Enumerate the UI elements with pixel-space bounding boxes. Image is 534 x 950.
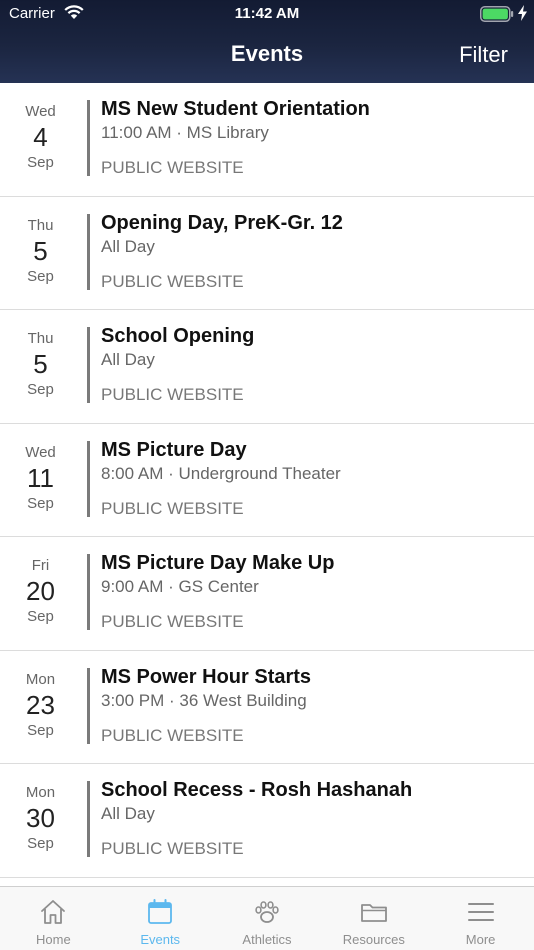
tab-label: Athletics <box>242 932 292 947</box>
event-title: Opening Day, PreK-Gr. 12 <box>101 211 343 234</box>
tab-bar: Home Events Athletics Resources More <box>0 886 534 950</box>
event-divider <box>87 667 90 744</box>
event-divider <box>87 327 90 403</box>
event-month: Sep <box>27 154 54 171</box>
event-calendar-source: PUBLIC WEBSITE <box>101 612 244 631</box>
event-title: MS Picture Day <box>101 438 247 461</box>
event-title: MS Picture Day Make Up <box>101 552 335 574</box>
event-title: MS Power Hour Starts <box>101 665 312 688</box>
event-calendar-source: PUBLIC WEBSITE <box>101 725 244 745</box>
event-row[interactable]: Wed 4 Sep MS New Student Orientation 11:… <box>0 83 534 197</box>
event-calendar-source: PUBLIC WEBSITE <box>101 271 244 291</box>
event-title: School Opening <box>101 325 255 347</box>
home-icon <box>41 900 66 924</box>
tab-label: More <box>465 932 496 947</box>
event-row[interactable]: Wed 11 Sep MS Picture Day 8:00 AM · Unde… <box>0 424 534 537</box>
filter-button[interactable]: Filter <box>459 42 508 68</box>
event-month: Sep <box>27 835 54 852</box>
tab-athletics[interactable]: Athletics <box>214 887 321 950</box>
event-calendar-source: PUBLIC WEBSITE <box>101 385 244 404</box>
event-day: 5 <box>33 349 48 379</box>
page-title: Events <box>230 41 304 66</box>
event-weekday: Wed <box>25 103 56 120</box>
event-day: 11 <box>27 462 54 493</box>
tab-events[interactable]: Events <box>107 887 214 950</box>
event-row[interactable]: Mon 30 Sep School Recess - Rosh Hashanah… <box>0 764 534 878</box>
status-bar: Carrier 11:42 AM <box>0 0 534 28</box>
calendar-icon <box>148 899 173 924</box>
event-time-location: All Day <box>101 804 155 823</box>
event-weekday: Thu <box>27 330 54 347</box>
tab-label: Events <box>140 932 181 947</box>
event-month: Sep <box>27 721 54 739</box>
event-day: 23 <box>26 689 55 720</box>
event-time-location: 3:00 PM · 36 West Building <box>101 690 307 710</box>
header: Carrier 11:42 AM Events Filter <box>0 0 534 83</box>
event-list[interactable]: Wed 4 Sep MS New Student Orientation 11:… <box>0 83 534 883</box>
event-day: 5 <box>33 235 48 266</box>
menu-icon <box>467 903 494 921</box>
battery-icon <box>480 6 514 22</box>
event-weekday: Fri <box>31 557 50 574</box>
event-month: Sep <box>27 608 54 625</box>
event-time-location: All Day <box>101 350 155 369</box>
event-divider <box>87 213 90 290</box>
event-calendar-source: PUBLIC WEBSITE <box>101 839 244 858</box>
event-divider <box>87 440 90 517</box>
event-time-location: All Day <box>101 236 155 256</box>
tab-home[interactable]: Home <box>0 887 107 950</box>
paw-icon <box>255 901 279 923</box>
event-calendar-source: PUBLIC WEBSITE <box>101 498 244 518</box>
event-row[interactable]: Fri 20 Sep MS Picture Day Make Up 9:00 A… <box>0 537 534 651</box>
event-weekday: Thu <box>27 216 54 234</box>
event-time-location: 9:00 AM · GS Center <box>101 577 259 596</box>
app-screen: Carrier 11:42 AM Events Filter Wed 4 Sep… <box>0 0 534 950</box>
event-divider <box>87 100 90 176</box>
clock: 11:42 AM <box>234 5 300 22</box>
event-month: Sep <box>27 267 54 285</box>
event-day: 20 <box>26 576 55 606</box>
event-weekday: Wed <box>25 443 56 461</box>
event-month: Sep <box>27 494 54 512</box>
event-row[interactable]: Thu 5 Sep Opening Day, PreK-Gr. 12 All D… <box>0 197 534 310</box>
event-divider <box>87 554 90 630</box>
tab-resources[interactable]: Resources <box>320 887 427 950</box>
event-time-location: 11:00 AM · MS Library <box>101 123 269 142</box>
tab-label: Home <box>36 932 71 947</box>
event-title: School Recess - Rosh Hashanah <box>101 779 413 801</box>
event-title: MS New Student Orientation <box>101 98 370 120</box>
event-divider <box>87 781 90 857</box>
event-weekday: Mon <box>25 784 56 801</box>
tab-label: Resources <box>342 932 405 947</box>
event-day: 4 <box>33 122 48 152</box>
event-time-location: 8:00 AM · Underground Theater <box>101 463 341 483</box>
charging-bolt-icon <box>518 5 527 21</box>
event-row[interactable]: Mon 23 Sep MS Power Hour Starts 3:00 PM … <box>0 651 534 764</box>
event-row[interactable]: Thu 5 Sep School Opening All Day PUBLIC … <box>0 310 534 424</box>
event-day: 30 <box>26 803 55 833</box>
event-calendar-source: PUBLIC WEBSITE <box>101 158 244 177</box>
event-month: Sep <box>27 381 54 398</box>
folder-icon <box>360 904 387 922</box>
tab-more[interactable]: More <box>427 887 534 950</box>
event-weekday: Mon <box>25 670 56 688</box>
